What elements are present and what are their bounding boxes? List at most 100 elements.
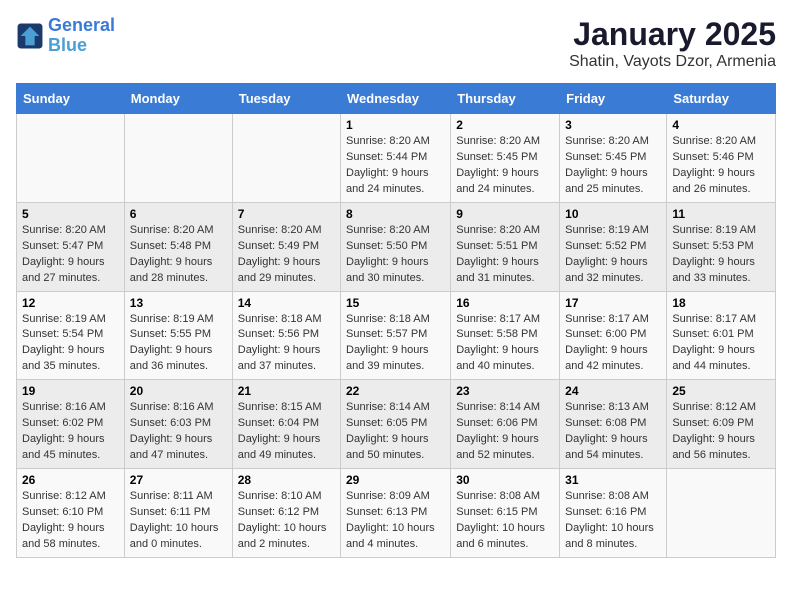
header-row: Sunday Monday Tuesday Wednesday Thursday… [17, 84, 776, 114]
day-number: 2 [456, 118, 554, 132]
calendar-cell: 27 Sunrise: 8:11 AMSunset: 6:11 PMDayligh… [124, 469, 232, 558]
calendar-cell [124, 114, 232, 203]
page-header: General Blue January 2025 Shatin, Vayots… [16, 16, 776, 71]
day-detail: Sunrise: 8:20 AMSunset: 5:45 PMDaylight:… [456, 134, 554, 198]
col-tuesday: Tuesday [232, 84, 340, 114]
logo-text: General Blue [48, 16, 115, 56]
calendar-cell [232, 114, 340, 203]
day-detail: Sunrise: 8:10 AMSunset: 6:12 PMDaylight:… [238, 489, 335, 553]
day-detail: Sunrise: 8:19 AMSunset: 5:52 PMDaylight:… [565, 223, 661, 287]
day-detail: Sunrise: 8:15 AMSunset: 6:04 PMDaylight:… [238, 400, 335, 464]
calendar-cell: 17 Sunrise: 8:17 AMSunset: 6:00 PMDayligh… [560, 291, 667, 380]
calendar-cell: 6Sunrise: 8:20 AMSunset: 5:48 PMDaylight… [124, 202, 232, 291]
day-number: 22 [346, 384, 445, 398]
day-number: 8 [346, 207, 445, 221]
week-row-2: 12 Sunrise: 8:19 AMSunset: 5:54 PMDayligh… [17, 291, 776, 380]
day-detail: Sunrise: 8:08 AMSunset: 6:15 PMDaylight:… [456, 489, 554, 553]
day-number: 9 [456, 207, 554, 221]
week-row-1: 5Sunrise: 8:20 AMSunset: 5:47 PMDaylight… [17, 202, 776, 291]
col-wednesday: Wednesday [341, 84, 451, 114]
calendar-cell: 8 Sunrise: 8:20 AMSunset: 5:50 PMDaylight… [341, 202, 451, 291]
day-number: 11 [672, 207, 770, 221]
day-number: 30 [456, 473, 554, 487]
day-number: 29 [346, 473, 445, 487]
day-number: 17 [565, 296, 661, 310]
calendar-cell: 18 Sunrise: 8:17 AMSunset: 6:01 PMDayligh… [667, 291, 776, 380]
calendar-cell: 29 Sunrise: 8:09 AMSunset: 6:13 PMDayligh… [341, 469, 451, 558]
calendar-body: 1 Sunrise: 8:20 AMSunset: 5:44 PMDaylight… [17, 114, 776, 558]
calendar-subtitle: Shatin, Vayots Dzor, Armenia [569, 53, 776, 71]
calendar-cell: 7Sunrise: 8:20 AMSunset: 5:49 PMDaylight… [232, 202, 340, 291]
day-detail: Sunrise: 8:11 AMSunset: 6:11 PMDaylight:… [130, 489, 227, 553]
day-number: 20 [130, 384, 227, 398]
day-number: 1 [346, 118, 445, 132]
calendar-cell: 20 Sunrise: 8:16 AMSunset: 6:03 PMDayligh… [124, 380, 232, 469]
calendar-cell: 26Sunrise: 8:12 AMSunset: 6:10 PMDayligh… [17, 469, 125, 558]
col-monday: Monday [124, 84, 232, 114]
day-detail: Sunrise: 8:16 AMSunset: 6:02 PMDaylight:… [22, 400, 119, 464]
day-detail: Sunrise: 8:18 AMSunset: 5:56 PMDaylight:… [238, 312, 335, 376]
col-saturday: Saturday [667, 84, 776, 114]
col-friday: Friday [560, 84, 667, 114]
week-row-0: 1 Sunrise: 8:20 AMSunset: 5:44 PMDaylight… [17, 114, 776, 203]
day-detail: Sunrise: 8:20 AMSunset: 5:45 PMDaylight:… [565, 134, 661, 198]
day-number: 28 [238, 473, 335, 487]
day-detail: Sunrise: 8:14 AMSunset: 6:05 PMDaylight:… [346, 400, 445, 464]
day-detail: Sunrise: 8:12 AMSunset: 6:10 PMDaylight:… [22, 489, 119, 553]
day-detail: Sunrise: 8:19 AMSunset: 5:55 PMDaylight:… [130, 312, 227, 376]
day-number: 6 [130, 207, 227, 221]
day-number: 25 [672, 384, 770, 398]
day-number: 23 [456, 384, 554, 398]
calendar-cell: 2 Sunrise: 8:20 AMSunset: 5:45 PMDaylight… [451, 114, 560, 203]
day-number: 27 [130, 473, 227, 487]
day-number: 12 [22, 296, 119, 310]
calendar-cell: 11Sunrise: 8:19 AMSunset: 5:53 PMDayligh… [667, 202, 776, 291]
day-number: 18 [672, 296, 770, 310]
calendar-cell: 21 Sunrise: 8:15 AMSunset: 6:04 PMDayligh… [232, 380, 340, 469]
week-row-4: 26Sunrise: 8:12 AMSunset: 6:10 PMDayligh… [17, 469, 776, 558]
day-detail: Sunrise: 8:12 AMSunset: 6:09 PMDaylight:… [672, 400, 770, 464]
day-detail: Sunrise: 8:14 AMSunset: 6:06 PMDaylight:… [456, 400, 554, 464]
day-number: 21 [238, 384, 335, 398]
calendar-cell: 10 Sunrise: 8:19 AMSunset: 5:52 PMDayligh… [560, 202, 667, 291]
calendar-cell: 5Sunrise: 8:20 AMSunset: 5:47 PMDaylight… [17, 202, 125, 291]
day-number: 19 [22, 384, 119, 398]
calendar-cell [17, 114, 125, 203]
day-detail: Sunrise: 8:17 AMSunset: 6:01 PMDaylight:… [672, 312, 770, 376]
day-detail: Sunrise: 8:08 AMSunset: 6:16 PMDaylight:… [565, 489, 661, 553]
calendar-cell [667, 469, 776, 558]
logo-line2: Blue [48, 35, 87, 55]
day-detail: Sunrise: 8:17 AMSunset: 5:58 PMDaylight:… [456, 312, 554, 376]
day-detail: Sunrise: 8:20 AMSunset: 5:46 PMDaylight:… [672, 134, 770, 198]
logo-line1: General [48, 15, 115, 35]
calendar-cell: 1 Sunrise: 8:20 AMSunset: 5:44 PMDaylight… [341, 114, 451, 203]
day-detail: Sunrise: 8:20 AMSunset: 5:50 PMDaylight:… [346, 223, 445, 287]
day-detail: Sunrise: 8:20 AMSunset: 5:51 PMDaylight:… [456, 223, 554, 287]
calendar-cell: 22 Sunrise: 8:14 AMSunset: 6:05 PMDayligh… [341, 380, 451, 469]
day-number: 14 [238, 296, 335, 310]
day-number: 31 [565, 473, 661, 487]
day-detail: Sunrise: 8:17 AMSunset: 6:00 PMDaylight:… [565, 312, 661, 376]
calendar-cell: 19 Sunrise: 8:16 AMSunset: 6:02 PMDayligh… [17, 380, 125, 469]
calendar-cell: 28 Sunrise: 8:10 AMSunset: 6:12 PMDayligh… [232, 469, 340, 558]
day-number: 10 [565, 207, 661, 221]
day-detail: Sunrise: 8:20 AMSunset: 5:47 PMDaylight:… [22, 223, 119, 287]
day-detail: Sunrise: 8:13 AMSunset: 6:08 PMDaylight:… [565, 400, 661, 464]
calendar-cell: 14 Sunrise: 8:18 AMSunset: 5:56 PMDayligh… [232, 291, 340, 380]
day-detail: Sunrise: 8:09 AMSunset: 6:13 PMDaylight:… [346, 489, 445, 553]
day-detail: Sunrise: 8:19 AMSunset: 5:54 PMDaylight:… [22, 312, 119, 376]
col-sunday: Sunday [17, 84, 125, 114]
day-detail: Sunrise: 8:18 AMSunset: 5:57 PMDaylight:… [346, 312, 445, 376]
calendar-cell: 9 Sunrise: 8:20 AMSunset: 5:51 PMDaylight… [451, 202, 560, 291]
calendar-cell: 24Sunrise: 8:13 AMSunset: 6:08 PMDayligh… [560, 380, 667, 469]
calendar-cell: 12 Sunrise: 8:19 AMSunset: 5:54 PMDayligh… [17, 291, 125, 380]
calendar-cell: 16Sunrise: 8:17 AMSunset: 5:58 PMDayligh… [451, 291, 560, 380]
calendar-cell: 31 Sunrise: 8:08 AMSunset: 6:16 PMDayligh… [560, 469, 667, 558]
day-number: 13 [130, 296, 227, 310]
day-number: 4 [672, 118, 770, 132]
day-detail: Sunrise: 8:20 AMSunset: 5:44 PMDaylight:… [346, 134, 445, 198]
calendar-cell: 30 Sunrise: 8:08 AMSunset: 6:15 PMDayligh… [451, 469, 560, 558]
calendar-table: Sunday Monday Tuesday Wednesday Thursday… [16, 83, 776, 558]
calendar-cell: 13 Sunrise: 8:19 AMSunset: 5:55 PMDayligh… [124, 291, 232, 380]
day-detail: Sunrise: 8:16 AMSunset: 6:03 PMDaylight:… [130, 400, 227, 464]
